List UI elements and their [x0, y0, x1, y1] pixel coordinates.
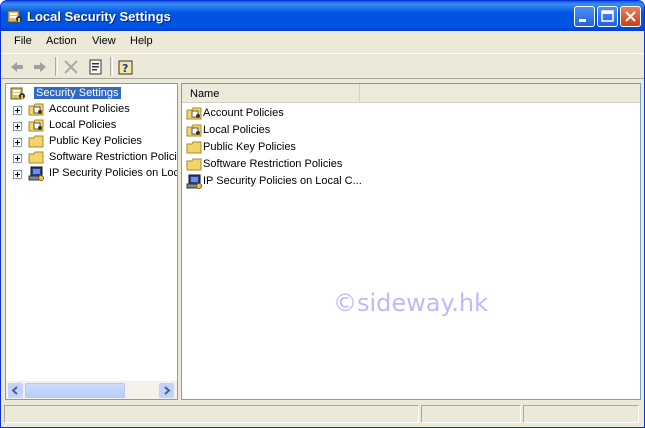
policy-folder-icon [186, 107, 202, 120]
maximize-button[interactable] [597, 6, 618, 27]
tree-item-public-key-policies[interactable]: Public Key Policies [13, 134, 177, 150]
list-item-label: Account Policies [203, 107, 284, 119]
tree-item-label: IP Security Policies on Loca [49, 167, 178, 179]
expand-icon[interactable] [13, 138, 22, 147]
ip-security-icon [28, 166, 44, 181]
tree-item-label: Account Policies [49, 103, 130, 115]
policy-folder-icon [186, 124, 202, 137]
close-icon [625, 11, 636, 22]
forward-arrow-icon[interactable] [31, 58, 49, 76]
scroll-left-button[interactable] [8, 383, 23, 398]
window-title: Local Security Settings [27, 9, 171, 24]
scroll-thumb[interactable] [25, 383, 125, 398]
help-icon[interactable]: ? [117, 58, 135, 76]
toolbar-separator [110, 57, 113, 76]
policy-folder-icon [28, 119, 44, 132]
chevron-left-icon [11, 386, 18, 395]
menu-help[interactable]: Help [130, 35, 153, 47]
back-arrow-icon[interactable] [8, 58, 26, 76]
tree-item-label: Public Key Policies [49, 135, 142, 147]
column-header-row: Name [182, 84, 640, 103]
watermark-text: ©sideway.hk [333, 289, 489, 317]
properties-icon[interactable] [87, 58, 105, 76]
list-item-label: Local Policies [203, 124, 271, 136]
security-settings-icon [10, 87, 25, 100]
toolbar: ? [1, 53, 644, 79]
toolbar-separator [55, 57, 58, 76]
ip-security-icon [186, 174, 202, 189]
minimize-button[interactable] [574, 6, 595, 27]
tree-item-label: Local Policies [49, 119, 117, 131]
folder-icon [186, 158, 202, 171]
tree-item-label: Software Restriction Policie [49, 151, 178, 163]
status-panel-main [4, 405, 419, 423]
expand-icon[interactable] [13, 122, 22, 131]
tree-item-local-policies[interactable]: Local Policies [13, 118, 177, 134]
scroll-right-button[interactable] [159, 383, 174, 398]
column-header-name[interactable]: Name [182, 84, 360, 102]
folder-icon [28, 135, 44, 148]
console-tree[interactable]: Security Settings Account Policies Local… [5, 83, 178, 400]
chevron-right-icon [164, 386, 171, 395]
column-header-label: Name [190, 88, 220, 100]
status-panel [421, 405, 521, 423]
delete-icon[interactable] [62, 58, 80, 76]
horizontal-scrollbar[interactable] [6, 381, 177, 399]
tree-item-software-restriction-policies[interactable]: Software Restriction Policie [13, 150, 178, 166]
minimize-icon [579, 19, 586, 22]
title-bar[interactable]: Local Security Settings [1, 1, 644, 31]
tree-item-ip-security-policies[interactable]: IP Security Policies on Loca [13, 166, 178, 182]
menu-action[interactable]: Action [46, 35, 77, 47]
tree-root-label: Security Settings [34, 87, 121, 99]
expand-icon[interactable] [13, 170, 22, 179]
details-pane[interactable]: Name Account Policies Local Policies Pub… [181, 83, 641, 400]
menu-view[interactable]: View [92, 35, 116, 47]
status-panel [523, 405, 639, 423]
maximize-icon [601, 10, 614, 22]
expand-icon[interactable] [13, 154, 22, 163]
policy-folder-icon [28, 103, 44, 116]
expand-icon[interactable] [13, 106, 22, 115]
menu-bar: File Action View Help [1, 31, 644, 53]
mmc-window: Local Security Settings File Action View… [0, 0, 645, 428]
security-settings-icon [7, 10, 22, 23]
menu-file[interactable]: File [14, 35, 32, 47]
folder-icon [186, 141, 202, 154]
tree-item-account-policies[interactable]: Account Policies [13, 102, 177, 118]
folder-icon [28, 151, 44, 164]
svg-text:?: ? [122, 62, 128, 75]
status-bar [1, 403, 644, 427]
close-button[interactable] [620, 6, 641, 27]
list-item-label: Public Key Policies [203, 141, 296, 153]
list-item-label: IP Security Policies on Local C... [203, 175, 362, 187]
list-item-label: Software Restriction Policies [203, 158, 343, 170]
